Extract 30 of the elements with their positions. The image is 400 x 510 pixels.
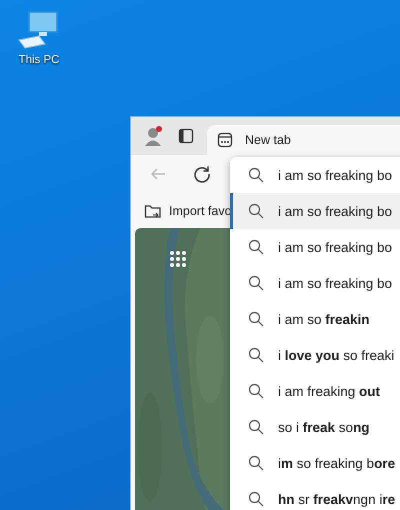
search-icon (248, 167, 264, 183)
search-icon (248, 491, 264, 507)
search-icon (248, 455, 264, 471)
search-suggestion[interactable]: so i freak song (230, 409, 400, 445)
search-icon (248, 203, 264, 219)
search-icon (248, 311, 264, 327)
search-suggestion[interactable]: i am so freaking bo (230, 193, 400, 229)
search-suggestion[interactable]: hn sr freakvngn ire (230, 481, 400, 510)
search-icon (248, 239, 264, 255)
search-suggestion[interactable]: i am so freaking bo (230, 229, 400, 265)
search-suggestion[interactable]: im so freaking bore (230, 445, 400, 481)
browser-tab[interactable]: New tab (207, 125, 400, 155)
search-suggestion[interactable]: i am freaking out (230, 373, 400, 409)
refresh-icon[interactable] (193, 165, 211, 183)
computer-icon[interactable] (17, 10, 61, 50)
search-suggestion[interactable]: i am so freakin (230, 301, 400, 337)
profile-icon[interactable] (143, 125, 165, 147)
search-suggestion[interactable]: i love you so freaki (230, 337, 400, 373)
app-launcher-icon[interactable] (169, 250, 187, 268)
folder-icon[interactable] (144, 202, 162, 218)
tab-title: New tab (245, 133, 291, 147)
search-icon (248, 419, 264, 435)
desktop-icon-label[interactable]: This PC (18, 54, 60, 66)
address-field[interactable]: i am so freaking bo (278, 168, 400, 182)
search-suggestion[interactable]: i am so freaking bo (230, 265, 400, 301)
search-icon (248, 275, 264, 291)
search-icon (248, 383, 264, 399)
sidebar-icon[interactable] (178, 128, 194, 144)
new-tab-icon (217, 132, 233, 148)
search-icon (248, 347, 264, 363)
